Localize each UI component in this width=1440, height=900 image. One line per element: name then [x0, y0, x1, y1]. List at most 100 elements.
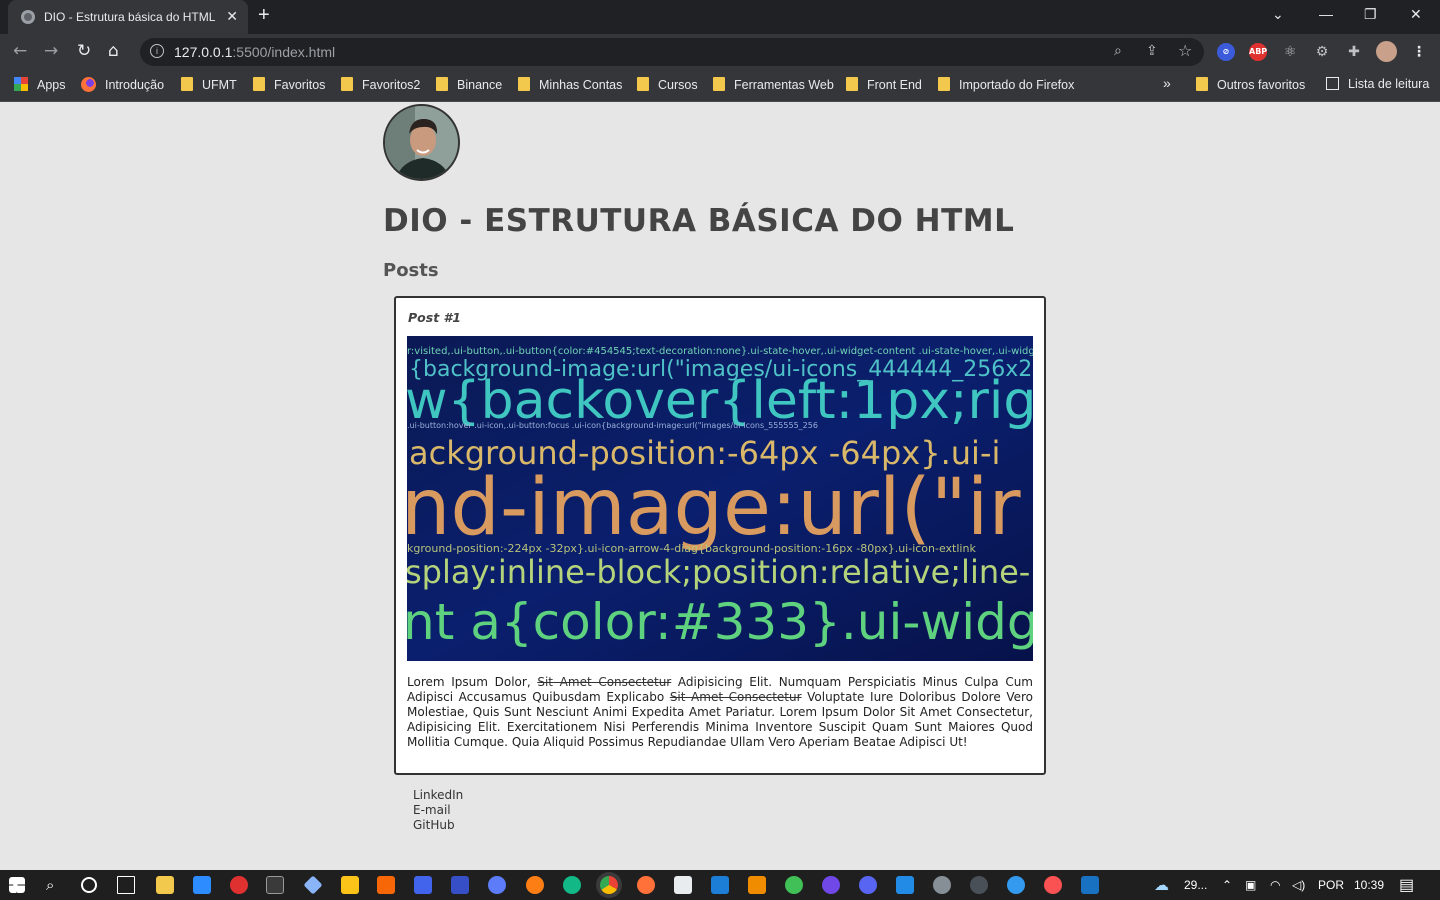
github-link[interactable]: GitHub: [413, 818, 463, 833]
folder-icon: [637, 77, 649, 91]
os-taskbar: ⌕ ☁ 29... ⌃ ▣ ◠ ◁) POR 10:39 ▤: [0, 870, 1440, 900]
weather-icon: ☁: [1154, 877, 1169, 894]
edge-icon[interactable]: [563, 876, 581, 894]
share-icon[interactable]: ⇪: [1146, 43, 1158, 59]
app-blue-icon[interactable]: [414, 876, 432, 894]
shield-app-icon[interactable]: [451, 876, 469, 894]
bookmark-ufmt[interactable]: UFMT: [181, 77, 237, 92]
zoom-icon[interactable]: ⌕: [1114, 43, 1122, 59]
folder-icon: [341, 77, 353, 91]
volume-icon[interactable]: ◁): [1292, 878, 1305, 892]
image-code-line: nd-image:url("ir: [407, 463, 1021, 553]
image-code-line: r:visited,.ui-button,.ui-button{color:#4…: [407, 346, 1033, 357]
globe-icon: [21, 10, 35, 24]
windows-start-icon[interactable]: [9, 877, 25, 893]
bookmark-outros-favoritos[interactable]: Outros favoritos: [1196, 77, 1305, 92]
sublime-text-icon[interactable]: [748, 876, 766, 894]
folder-icon: [938, 77, 950, 91]
linkedin-link[interactable]: LinkedIn: [413, 788, 463, 803]
bookmark-binance[interactable]: Binance: [436, 77, 502, 92]
vscode-icon[interactable]: [711, 876, 729, 894]
reading-list-button[interactable]: Lista de leitura: [1326, 77, 1429, 91]
clock[interactable]: 10:39: [1354, 878, 1384, 892]
extension-block-icon[interactable]: ⊘: [1217, 43, 1235, 61]
address-bar[interactable]: i 127.0.0.1:5500/index.html ⌕ ⇪ ☆: [140, 38, 1204, 66]
page-title: DIO - ESTRUTURA BÁSICA DO HTML: [383, 203, 1015, 239]
extensions-puzzle-icon[interactable]: ✚: [1345, 43, 1363, 61]
app-blue-square-icon[interactable]: [896, 876, 914, 894]
wifi-icon[interactable]: ◠: [1270, 878, 1280, 892]
bookmark-ferramentas-web[interactable]: Ferramentas Web: [713, 77, 834, 92]
app-grey-icon[interactable]: [933, 876, 951, 894]
apps-grid-icon: [14, 77, 28, 91]
close-window-button[interactable]: ✕: [1410, 6, 1422, 23]
discord-icon[interactable]: [859, 876, 877, 894]
task-view-icon[interactable]: [117, 876, 135, 894]
folder-icon: [253, 77, 265, 91]
struck-text: Sit Amet Consectetur: [669, 690, 802, 704]
folder-icon: [1196, 77, 1208, 91]
tray-chevron-icon[interactable]: ⌃: [1222, 878, 1232, 892]
reload-icon[interactable]: ↻: [77, 41, 91, 61]
tab-title: DIO - Estrutura básica do HTML: [44, 10, 216, 24]
chrome-icon[interactable]: [600, 876, 618, 894]
firefox-icon: [81, 77, 96, 92]
sticky-notes-icon[interactable]: [341, 876, 359, 894]
app-circle-icon[interactable]: [488, 876, 506, 894]
cortana-icon[interactable]: [81, 877, 97, 893]
bookmark-favoritos2[interactable]: Favoritos2: [341, 77, 420, 92]
section-heading: Posts: [383, 260, 439, 281]
mail-icon[interactable]: [193, 876, 211, 894]
notepad-icon[interactable]: [674, 876, 692, 894]
post-image: r:visited,.ui-button,.ui-button{color:#4…: [407, 336, 1033, 661]
react-devtools-icon[interactable]: ⚛: [1281, 43, 1299, 61]
profile-avatar[interactable]: [1376, 41, 1397, 62]
bookmark-apps[interactable]: Apps: [14, 77, 66, 92]
bookmark-star-icon[interactable]: ☆: [1178, 41, 1192, 60]
email-link[interactable]: E-mail: [413, 803, 463, 818]
restore-button[interactable]: ❐: [1364, 6, 1377, 23]
firefox-taskbar-icon[interactable]: [637, 876, 655, 894]
bookmark-importado-firefox[interactable]: Importado do Firefox: [938, 77, 1074, 92]
photos-icon[interactable]: [1081, 876, 1099, 894]
weather-temp[interactable]: 29...: [1184, 878, 1207, 892]
app-bird-icon[interactable]: [1007, 876, 1025, 894]
postman-icon[interactable]: [526, 876, 544, 894]
language-indicator[interactable]: POR: [1318, 878, 1344, 892]
bookmarks-overflow-button[interactable]: »: [1163, 75, 1171, 91]
git-icon[interactable]: [303, 875, 323, 895]
device-icon[interactable]: ▣: [1245, 878, 1256, 892]
forward-icon[interactable]: →: [44, 41, 58, 61]
github-desktop-icon[interactable]: [822, 876, 840, 894]
post-card: Post #1 r:visited,.ui-button,.ui-button{…: [394, 296, 1046, 775]
menu-kebab-icon[interactable]: ⋮: [1410, 43, 1428, 61]
bookmark-introducao[interactable]: Introdução: [81, 77, 164, 92]
site-info-icon[interactable]: i: [150, 44, 164, 58]
bookmark-minhas-contas[interactable]: Minhas Contas: [518, 77, 622, 92]
bookmark-cursos[interactable]: Cursos: [637, 77, 698, 92]
app-dark-icon[interactable]: [970, 876, 988, 894]
app-red-circle-icon[interactable]: [1044, 876, 1062, 894]
app-green-icon[interactable]: [785, 876, 803, 894]
search-icon[interactable]: ⌕: [46, 876, 64, 894]
app-red-icon[interactable]: [230, 876, 248, 894]
new-tab-button[interactable]: +: [258, 4, 270, 27]
minimize-button[interactable]: —: [1319, 6, 1333, 22]
url-text[interactable]: 127.0.0.1:5500/index.html: [174, 44, 335, 60]
adblock-plus-icon[interactable]: ABP: [1249, 43, 1267, 61]
profile-photo: [383, 104, 460, 181]
file-explorer-icon[interactable]: [156, 876, 174, 894]
bookmark-front-end[interactable]: Front End: [846, 77, 922, 92]
sublime-icon[interactable]: [377, 876, 395, 894]
back-icon[interactable]: ←: [13, 41, 27, 61]
bookmark-favoritos[interactable]: Favoritos: [253, 77, 325, 92]
body-text: Lorem Ipsum Dolor,: [407, 675, 538, 689]
home-icon[interactable]: ⌂: [108, 41, 119, 61]
browser-tab[interactable]: DIO - Estrutura básica do HTML ✕: [8, 0, 248, 34]
close-tab-icon[interactable]: ✕: [226, 8, 238, 25]
settings-gear-icon[interactable]: ⚙: [1313, 43, 1331, 61]
notifications-icon[interactable]: ▤: [1399, 875, 1414, 895]
terminal-icon[interactable]: [266, 876, 284, 894]
tab-search-icon[interactable]: ⌄: [1272, 6, 1284, 23]
reading-list-icon: [1326, 77, 1339, 90]
